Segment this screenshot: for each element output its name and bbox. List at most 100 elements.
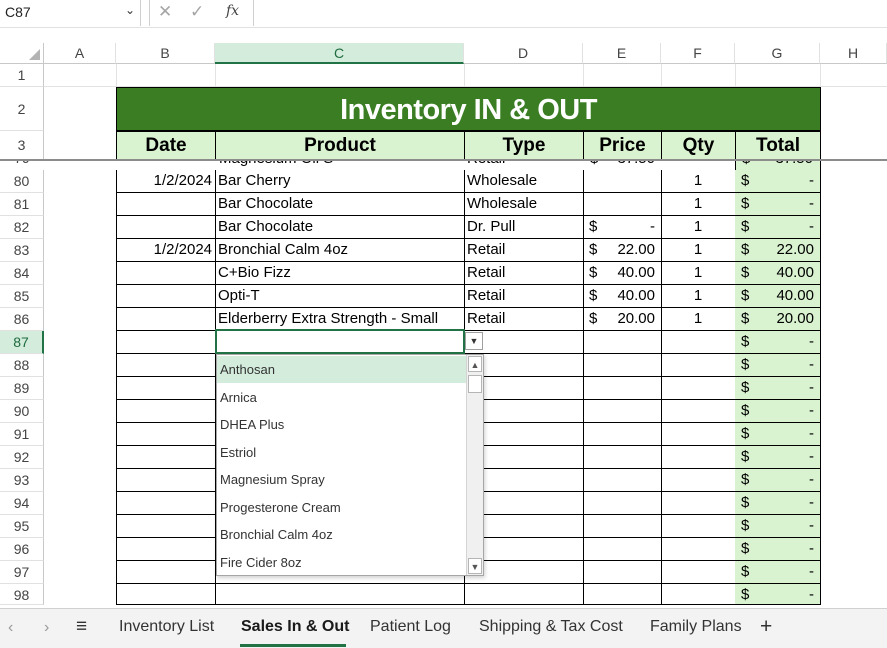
- row-header[interactable]: 81: [0, 193, 44, 216]
- dropdown-scrollbar[interactable]: ▲ ▼: [466, 355, 483, 575]
- row-header[interactable]: 90: [0, 400, 44, 423]
- cell-product[interactable]: [215, 584, 465, 605]
- cell-total[interactable]: $40.00: [735, 262, 821, 285]
- scroll-thumb[interactable]: [468, 375, 482, 393]
- cell-qty[interactable]: [661, 584, 736, 605]
- dropdown-option[interactable]: Fire Cider 8oz: [217, 549, 466, 576]
- column-header-g[interactable]: G: [735, 43, 820, 64]
- cell-product[interactable]: Bar Chocolate: [215, 216, 465, 239]
- dropdown-option[interactable]: Estriol: [217, 439, 466, 466]
- cell-total[interactable]: $ -: [735, 377, 821, 400]
- cell-qty[interactable]: [661, 377, 736, 400]
- cell-date[interactable]: [116, 308, 216, 331]
- row-header[interactable]: 92: [0, 446, 44, 469]
- row-header[interactable]: 97: [0, 561, 44, 584]
- cell-date[interactable]: [116, 492, 216, 515]
- cell-date[interactable]: [116, 285, 216, 308]
- active-cell[interactable]: [215, 329, 465, 354]
- cell-date[interactable]: [116, 561, 216, 584]
- cell-date[interactable]: [116, 377, 216, 400]
- cell-date[interactable]: [116, 262, 216, 285]
- sheet-tab-sales-in-out[interactable]: Sales In & Out: [241, 618, 349, 636]
- add-sheet-button[interactable]: +: [760, 615, 772, 639]
- cell-qty[interactable]: [661, 331, 736, 354]
- dropdown-option[interactable]: DHEA Plus: [217, 411, 466, 438]
- cell-type[interactable]: Retail: [464, 285, 584, 308]
- cell-product[interactable]: Bronchial Calm 4oz: [215, 239, 465, 262]
- cell-total[interactable]: $40.00: [735, 285, 821, 308]
- column-header-f[interactable]: F: [661, 43, 735, 64]
- column-header-b[interactable]: B: [116, 43, 215, 64]
- cell-date[interactable]: [116, 423, 216, 446]
- validation-dropdown-list[interactable]: Anthosan Arnica DHEA Plus Estriol Magnesium …: [216, 354, 484, 576]
- cell-date[interactable]: [116, 446, 216, 469]
- cell-product[interactable]: Bar Cherry: [215, 170, 465, 193]
- cell-qty[interactable]: 1: [661, 170, 736, 193]
- row-header[interactable]: 84: [0, 262, 44, 285]
- cell-total[interactable]: $ -: [735, 492, 821, 515]
- cell-date[interactable]: [116, 584, 216, 605]
- cell-price[interactable]: $40.00: [583, 262, 662, 285]
- cell-type[interactable]: Retail: [464, 239, 584, 262]
- cell-total[interactable]: $ -: [735, 423, 821, 446]
- dropdown-option[interactable]: Bronchial Calm 4oz: [217, 521, 466, 548]
- cell-qty[interactable]: [661, 515, 736, 538]
- cell-price[interactable]: [583, 377, 662, 400]
- cell-price[interactable]: [583, 423, 662, 446]
- cell-date[interactable]: [116, 216, 216, 239]
- row-header[interactable]: 1: [0, 64, 44, 87]
- cell-total[interactable]: $22.00: [735, 239, 821, 262]
- cell-price[interactable]: [583, 538, 662, 561]
- cell-total[interactable]: $ -: [735, 584, 821, 605]
- dropdown-option[interactable]: Arnica: [217, 384, 466, 411]
- cell-qty[interactable]: [661, 446, 736, 469]
- cell-qty[interactable]: [661, 354, 736, 377]
- row-header[interactable]: 86: [0, 308, 44, 331]
- chevron-down-icon[interactable]: ⌄: [125, 3, 135, 17]
- cell-total[interactable]: $ -: [735, 400, 821, 423]
- chevron-right-icon[interactable]: ›: [44, 619, 49, 637]
- row-header[interactable]: 98: [0, 584, 44, 605]
- column-header-e[interactable]: E: [583, 43, 661, 64]
- enter-icon[interactable]: ✓: [190, 2, 204, 24]
- cell-date[interactable]: 1/2/2024: [116, 239, 216, 262]
- row-header[interactable]: 80: [0, 170, 44, 193]
- cell-price[interactable]: [583, 400, 662, 423]
- sheet-list-menu-icon[interactable]: ≡: [76, 616, 87, 638]
- cell-total[interactable]: $ -: [735, 216, 821, 239]
- cell-type[interactable]: Retail: [464, 262, 584, 285]
- cell-product[interactable]: C+Bio Fizz: [215, 262, 465, 285]
- row-header[interactable]: 83: [0, 239, 44, 262]
- column-header-a[interactable]: A: [44, 43, 116, 64]
- row-header[interactable]: 2: [0, 87, 44, 131]
- cell-total[interactable]: $ -: [735, 469, 821, 492]
- cell-total[interactable]: $ -: [735, 446, 821, 469]
- cell-total[interactable]: $ -: [735, 515, 821, 538]
- cell-qty[interactable]: [661, 492, 736, 515]
- cell-qty[interactable]: 1: [661, 285, 736, 308]
- cell-type[interactable]: Wholesale: [464, 193, 584, 216]
- cell-qty[interactable]: 1: [661, 239, 736, 262]
- name-box[interactable]: C87 ⌄: [0, 0, 141, 26]
- row-header[interactable]: 85: [0, 285, 44, 308]
- cell-date[interactable]: [116, 400, 216, 423]
- cell-total[interactable]: $ -: [735, 561, 821, 584]
- cell-total[interactable]: $ -: [735, 193, 821, 216]
- cell-date[interactable]: [116, 193, 216, 216]
- cell-type[interactable]: Dr. Pull: [464, 216, 584, 239]
- cell-date[interactable]: [116, 515, 216, 538]
- cell-price[interactable]: $40.00: [583, 285, 662, 308]
- cell-qty[interactable]: [661, 423, 736, 446]
- column-header-c[interactable]: C: [215, 43, 464, 64]
- cell-date[interactable]: [116, 331, 216, 354]
- cell-price[interactable]: [583, 193, 662, 216]
- cell-qty[interactable]: 1: [661, 216, 736, 239]
- cell-price[interactable]: [583, 492, 662, 515]
- row-header[interactable]: 95: [0, 515, 44, 538]
- cell-total[interactable]: $ -: [735, 354, 821, 377]
- cell-price[interactable]: [583, 354, 662, 377]
- cell-total[interactable]: $ -: [735, 170, 821, 193]
- cancel-icon[interactable]: ✕: [158, 2, 172, 24]
- cell-qty[interactable]: 1: [661, 193, 736, 216]
- dropdown-option[interactable]: Anthosan: [217, 356, 466, 383]
